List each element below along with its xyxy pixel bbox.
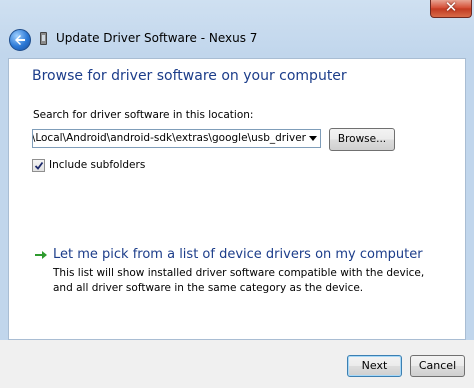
- green-arrow-icon: [35, 251, 47, 259]
- update-driver-window: ✕ Update Driver Software - Nexus 7 Brows…: [0, 0, 474, 388]
- browse-button[interactable]: Browse...: [329, 128, 395, 151]
- chevron-down-icon[interactable]: [309, 136, 317, 141]
- pick-from-list-description: This list will show installed driver sof…: [53, 267, 425, 294]
- dialog-footer: Next Cancel: [0, 340, 474, 388]
- driver-path-combobox[interactable]: pData\Local\Android\android-sdk\extras\g…: [32, 129, 321, 148]
- page-heading: Browse for driver software on your compu…: [32, 68, 347, 84]
- pick-from-list-link[interactable]: Let me pick from a list of device driver…: [53, 247, 423, 262]
- include-subfolders-checkbox[interactable]: [32, 159, 45, 172]
- back-button[interactable]: [9, 29, 31, 51]
- close-icon: ✕: [444, 0, 458, 16]
- checkmark-icon: [34, 161, 44, 170]
- close-button[interactable]: ✕: [430, 0, 472, 18]
- usb-device-icon: [40, 32, 47, 45]
- driver-path-value[interactable]: pData\Local\Android\android-sdk\extras\g…: [33, 132, 306, 144]
- title-bar: ✕ Update Driver Software - Nexus 7: [0, 0, 474, 58]
- include-subfolders-label[interactable]: Include subfolders: [49, 159, 145, 171]
- content-panel: Browse for driver software on your compu…: [8, 58, 466, 340]
- next-button[interactable]: Next: [347, 355, 402, 377]
- window-title: Update Driver Software - Nexus 7: [56, 31, 258, 45]
- search-location-label: Search for driver software in this locat…: [33, 109, 254, 121]
- back-arrow-icon: [15, 35, 25, 45]
- cancel-button[interactable]: Cancel: [410, 355, 465, 377]
